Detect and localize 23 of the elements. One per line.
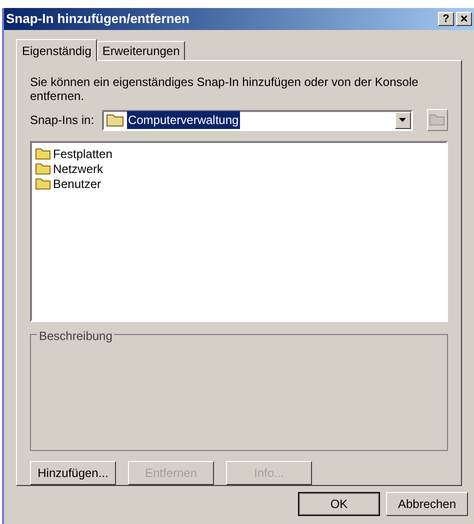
snapins-in-dropdown[interactable]: Computerverwaltung	[102, 110, 413, 130]
folder-icon	[35, 177, 51, 190]
folder-up-button[interactable]	[426, 109, 448, 131]
dialog-button[interactable]: Abbrechen	[386, 492, 468, 516]
tab[interactable]: Erweiterungen	[97, 41, 185, 60]
help-button[interactable]: ?	[438, 12, 454, 26]
dropdown-arrow-button[interactable]	[394, 112, 411, 128]
snapin-item[interactable]: Netzwerk	[35, 161, 443, 176]
intro-text: Sie können ein eigenständiges Snap-In hinzufügen oder von der Konsole entfernen.	[30, 75, 420, 103]
folder-icon	[35, 162, 51, 175]
folder-icon	[35, 147, 51, 160]
action-button[interactable]: Hinzufügen...	[30, 461, 116, 485]
snapins-in-label: Snap-Ins in:	[30, 112, 96, 129]
snapin-item[interactable]: Festplatten	[35, 146, 443, 161]
dropdown-value: Computerverwaltung	[126, 111, 240, 129]
window-title: Snap-In hinzufügen/entfernen	[6, 10, 190, 28]
snapin-item[interactable]: Benutzer	[35, 176, 443, 191]
tab[interactable]: Eigenständig	[16, 39, 98, 61]
close-button[interactable]: ×	[456, 12, 472, 26]
folder-icon	[429, 114, 446, 126]
dialog-button[interactable]: OK	[298, 492, 380, 516]
folder-icon	[106, 113, 124, 127]
caret-icon	[399, 118, 406, 122]
